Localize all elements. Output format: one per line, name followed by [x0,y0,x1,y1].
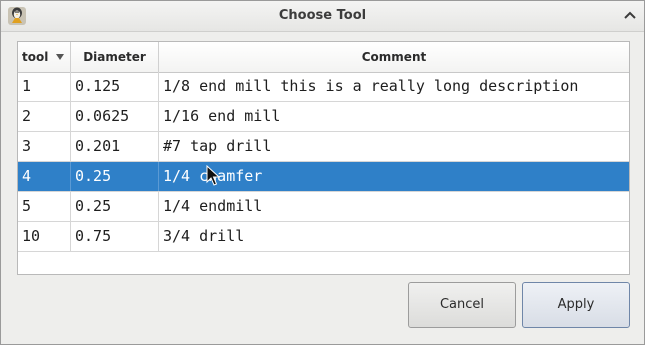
tool-table[interactable]: tool Diameter Comment 1 0.125 1/8 end mi… [17,41,630,275]
table-row[interactable]: 2 0.0625 1/16 end mill [18,102,629,132]
cell-comment: 1/4 endmill [163,197,263,215]
apply-button[interactable]: Apply [522,282,630,328]
cell-diameter: 0.25 [71,162,159,191]
choose-tool-dialog: Choose Tool tool Diameter Comment 1 0.12… [0,0,645,345]
cell-tool: 1 [18,72,71,101]
cell-diameter: 0.25 [71,192,159,221]
cell-comment: 1/8 end mill this is a really long descr… [163,77,579,95]
window-title: Choose Tool [278,8,367,23]
column-header-tool-label: tool [22,50,49,64]
column-header-diameter[interactable]: Diameter [71,42,159,72]
cell-tool: 4 [18,162,71,191]
mouse-pointer-icon [206,165,220,186]
cell-comment: 3/4 drill [163,227,245,245]
sort-descending-icon [56,54,64,60]
cell-comment: 1/4 chamfer [163,167,263,185]
table-row-selected[interactable]: 4 0.25 1/4 chamfer [18,162,629,192]
cell-diameter: 0.201 [71,132,159,161]
cell-comment: #7 tap drill [163,137,272,155]
cell-comment: 1/16 end mill [163,107,281,125]
cell-tool: 10 [18,222,71,251]
table-row[interactable]: 10 0.75 3/4 drill [18,222,629,252]
title-bar[interactable]: Choose Tool [1,1,644,32]
cell-diameter: 0.75 [71,222,159,251]
column-header-tool[interactable]: tool [18,42,71,72]
cell-tool: 3 [18,132,71,161]
cell-tool: 5 [18,192,71,221]
table-row[interactable]: 5 0.25 1/4 endmill [18,192,629,222]
table-header: tool Diameter Comment [18,42,629,73]
cell-diameter: 0.125 [71,72,159,101]
cell-tool: 2 [18,102,71,131]
table-row[interactable]: 1 0.125 1/8 end mill this is a really lo… [18,72,629,102]
column-header-comment[interactable]: Comment [159,42,629,72]
collapse-icon[interactable] [622,8,638,24]
table-row[interactable]: 3 0.201 #7 tap drill [18,132,629,162]
cell-diameter: 0.0625 [71,102,159,131]
cancel-button[interactable]: Cancel [408,282,516,328]
